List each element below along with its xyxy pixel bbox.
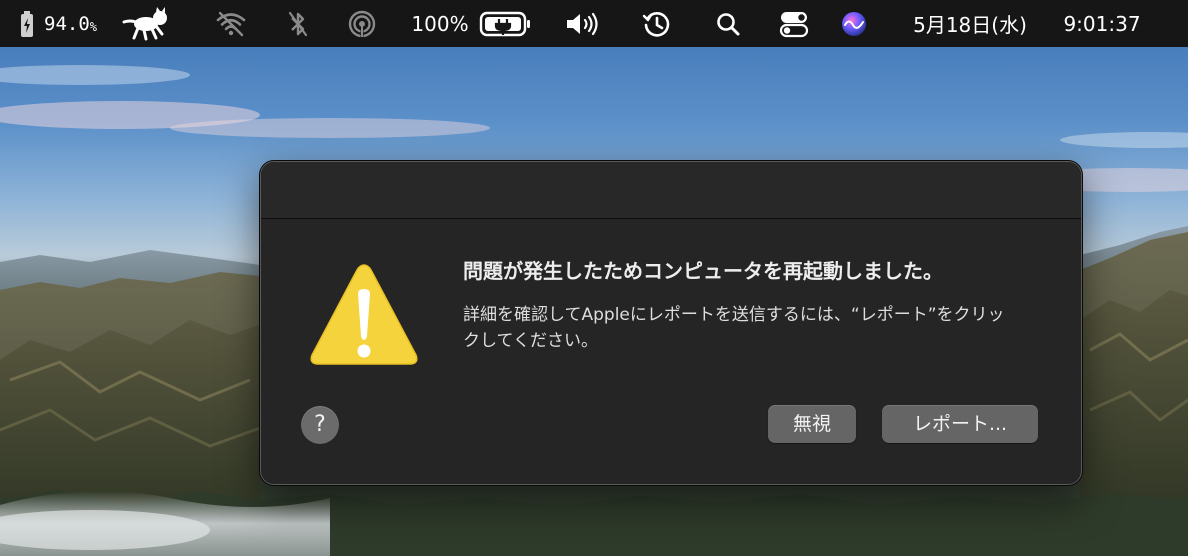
desktop: 94.0% 100% 5月18日(水) 9:01:37 問題が発生したためコンピ… [0,0,1188,556]
bluetooth-off-icon[interactable] [284,0,312,47]
wifi-off-icon[interactable] [214,0,248,47]
dialog-title: 問題が発生したためコンピュータを再起動しました。 [463,259,943,283]
spotlight-icon[interactable] [712,0,744,47]
battery-percent-label: 100% [411,11,469,36]
control-center-icon[interactable] [776,0,812,47]
battery-level-unit: % [89,19,97,34]
volume-icon[interactable] [562,0,604,47]
battery-icon[interactable] [478,0,532,47]
time-label: 9:01:37 [1063,11,1141,36]
date-display[interactable]: 5月18日(水) [898,0,1042,47]
clock-display[interactable]: 9:01:37 [1050,0,1154,47]
battery-level-readout[interactable]: 94.0% [44,0,122,47]
time-machine-icon[interactable] [640,0,674,47]
report-button[interactable]: レポート... [882,405,1038,443]
battery-level-value: 94.0 [44,12,90,35]
ignore-button[interactable]: 無視 [768,405,856,443]
warning-icon [307,259,421,373]
siri-icon[interactable] [838,0,870,47]
date-label: 5月18日(水) [913,13,1027,37]
help-button[interactable]: ? [301,406,339,444]
dialog-message: 詳細を確認してAppleにレポートを送信するには、“レポート”をクリックしてくだ… [463,305,1005,351]
runcat-icon[interactable] [122,0,172,47]
crash-report-dialog: 問題が発生したためコンピュータを再起動しました。 詳細を確認してAppleにレポ… [260,161,1082,485]
menu-bar: 94.0% 100% 5月18日(水) 9:01:37 [0,0,1188,47]
airdrop-icon[interactable] [345,0,379,47]
battery-percent-readout[interactable]: 100% [408,0,472,47]
dialog-title-bar[interactable] [261,162,1081,219]
battery-charging-icon[interactable] [14,0,40,47]
